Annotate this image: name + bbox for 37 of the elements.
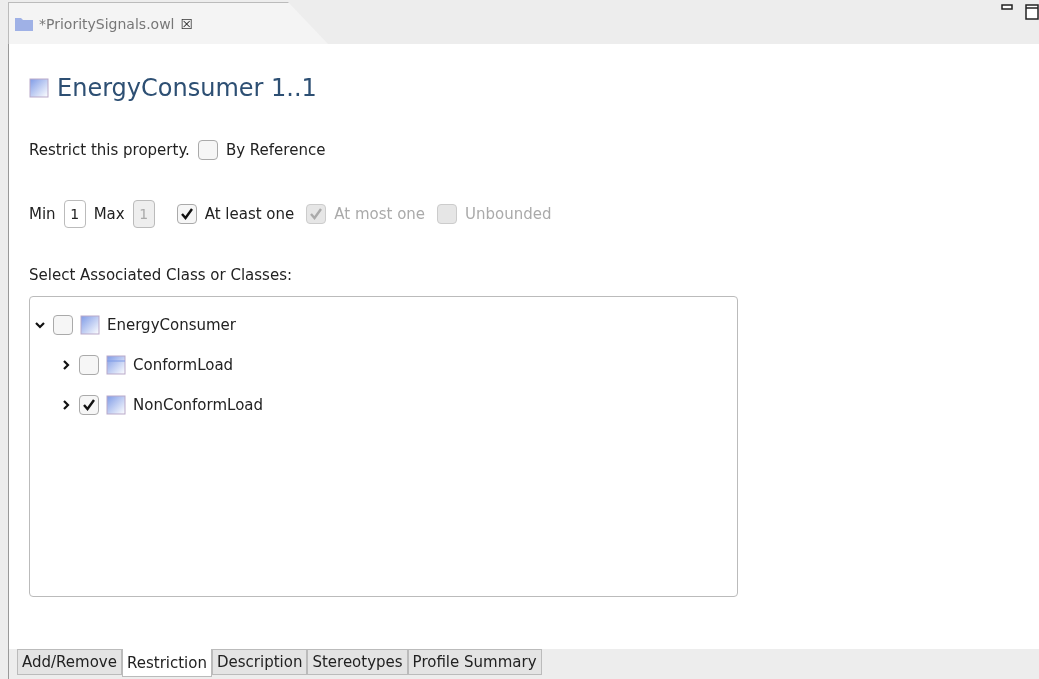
checkbox[interactable] [53,315,73,335]
checkbox[interactable] [79,355,99,375]
folder-icon [15,16,33,31]
tree-item[interactable]: NonConformLoad [133,396,264,414]
class-icon [106,395,126,415]
section-label: Select Associated Class or Classes: [29,266,293,284]
checkbox-label: Unbounded [465,205,552,223]
checkmark-icon [179,207,194,221]
page-heading: EnergyConsumer 1..1 [57,74,317,102]
checkbox-label: By Reference [225,141,326,159]
tab[interactable]: Stereotypes [307,649,408,675]
maximize-icon[interactable] [1025,4,1039,20]
checkmark-icon [309,207,324,221]
tab[interactable]: Profile Summary [407,649,542,675]
chevron-right-icon[interactable] [60,359,72,371]
checkbox[interactable] [197,140,218,160]
tab[interactable]: Description [211,649,308,675]
tab[interactable]: Add/Remove [17,649,122,675]
chevron-down-icon[interactable] [34,319,46,331]
table-icon [106,355,126,375]
checkbox-label: At least one [204,205,295,223]
checkbox[interactable] [176,204,197,224]
checkmark-icon [82,398,96,412]
tab[interactable]: Restriction [121,649,212,677]
class-icon [80,315,100,335]
min-field[interactable]: 1 [63,200,86,228]
tree-item[interactable]: ConformLoad [133,356,234,374]
minimize-icon[interactable] [1001,4,1013,10]
checkbox-label: At most one [334,205,426,223]
class-icon [29,78,49,98]
min-label: Min [29,205,56,223]
tree-item[interactable]: EnergyConsumer [107,316,236,334]
checkbox[interactable] [79,395,99,415]
max-label: Max [93,205,125,223]
chevron-right-icon[interactable] [60,399,72,411]
close-icon[interactable]: ☒ [180,15,194,32]
restrict-label: Restrict this property. [29,141,190,159]
